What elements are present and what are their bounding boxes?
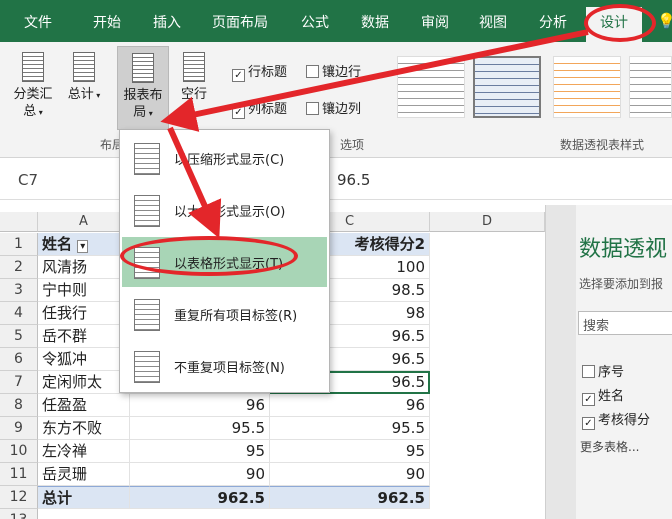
outline-form-icon xyxy=(134,195,160,227)
tab-analyze[interactable]: 分析 xyxy=(539,12,567,32)
menu-item-no-repeat-labels[interactable]: 不重复项目标签(N) xyxy=(122,341,327,391)
column-header-a[interactable]: A xyxy=(38,212,130,232)
row-number[interactable]: 5 xyxy=(0,325,38,348)
row-number[interactable]: 12 xyxy=(0,486,38,509)
formula-value[interactable]: 96.5 xyxy=(337,171,370,189)
annotation-circle-design-tab xyxy=(584,4,656,42)
report-layout-icon xyxy=(132,53,154,83)
tab-insert[interactable]: 插入 xyxy=(153,12,181,32)
repeat-labels-icon xyxy=(134,299,160,331)
group-label-styles: 数据透视表样式 xyxy=(560,138,645,152)
tab-file[interactable]: 文件 xyxy=(24,12,52,32)
tab-data[interactable]: 数据 xyxy=(361,12,389,32)
row-number[interactable]: 9 xyxy=(0,417,38,440)
name-cell[interactable]: 宁中则 xyxy=(38,279,130,302)
row-number[interactable]: 10 xyxy=(0,440,38,463)
banded-rows-checkbox[interactable]: 镶边行 xyxy=(306,61,361,80)
select-all-corner[interactable] xyxy=(0,212,38,232)
tell-me-bulb-icon[interactable]: 💡 xyxy=(657,12,672,30)
field-item[interactable]: ✓ 考核得分 xyxy=(582,409,650,430)
tab-page-layout[interactable]: 页面布局 xyxy=(212,12,268,32)
filter-dropdown-icon[interactable]: ▾ xyxy=(77,240,89,253)
name-cell[interactable]: 令狐冲 xyxy=(38,348,130,371)
formula-bar: C7 96.5 xyxy=(0,160,672,200)
name-box[interactable]: C7 xyxy=(10,168,120,192)
field-item[interactable]: ✓ 姓名 xyxy=(582,385,624,406)
row-number[interactable]: 2 xyxy=(0,256,38,279)
score-cell[interactable]: 90 xyxy=(270,463,430,486)
pivot-style-selected[interactable] xyxy=(473,56,541,118)
column-header-d[interactable]: D xyxy=(430,212,545,232)
b-cell[interactable]: 96 xyxy=(130,394,270,417)
field-item[interactable]: 序号 xyxy=(582,361,624,380)
name-cell[interactable]: 东方不败 xyxy=(38,417,130,440)
pivot-style-light[interactable] xyxy=(397,56,465,118)
pane-scrollbar[interactable] xyxy=(546,205,576,519)
table-row: 11 岳灵珊 90 90 xyxy=(0,463,545,486)
row-number[interactable]: 6 xyxy=(0,348,38,371)
report-layout-button[interactable]: 报表布局 ▾ xyxy=(117,46,169,130)
score-cell[interactable]: 96 xyxy=(270,394,430,417)
total-b-cell[interactable]: 962.5 xyxy=(130,486,270,509)
grand-total-row: 12 总计 962.5 962.5 xyxy=(0,486,545,509)
tab-home[interactable]: 开始 xyxy=(93,12,121,32)
row-number[interactable]: 3 xyxy=(0,279,38,302)
pane-title: 数据透视 xyxy=(579,237,668,262)
ribbon-design: 分类汇总 ▾ 总计 ▾ 报表布局 ▾ 空行 布局 ✓ 行标题 镶边行 ✓ 列标题 镶… xyxy=(0,42,672,158)
subtotals-button[interactable]: 分类汇总 ▾ xyxy=(10,52,56,121)
pivot-field-list-pane: 数据透视 选择要添加到报 搜索 序号 ✓ 姓名 ✓ 考核得分 更多表格... xyxy=(545,205,672,519)
name-cell[interactable]: 任我行 xyxy=(38,302,130,325)
b-cell[interactable]: 95.5 xyxy=(130,417,270,440)
tab-view[interactable]: 视图 xyxy=(479,12,507,32)
menu-item-outline-form[interactable]: 以大纲形式显示(O) xyxy=(122,185,327,235)
tab-formulas[interactable]: 公式 xyxy=(301,12,329,32)
pane-subtitle: 选择要添加到报 xyxy=(579,277,664,291)
group-label-options: 选项 xyxy=(340,138,365,152)
row-number[interactable]: 7 xyxy=(0,371,38,394)
score-cell[interactable]: 95 xyxy=(270,440,430,463)
tab-review[interactable]: 审阅 xyxy=(421,12,449,32)
compact-form-icon xyxy=(134,143,160,175)
no-repeat-labels-icon xyxy=(134,351,160,383)
b-cell[interactable]: 95 xyxy=(130,440,270,463)
name-cell[interactable]: 任盈盈 xyxy=(38,394,130,417)
more-tables-link[interactable]: 更多表格... xyxy=(580,438,639,455)
empty-row: 13 xyxy=(0,509,545,519)
row-headers-checkbox[interactable]: ✓ 行标题 xyxy=(232,61,287,82)
header-name-cell[interactable]: 姓名 ▾ xyxy=(38,233,130,256)
row-number[interactable]: 13 xyxy=(0,509,38,519)
pivot-style-next[interactable] xyxy=(629,56,672,118)
name-cell[interactable]: 风清扬 xyxy=(38,256,130,279)
row-number[interactable]: 4 xyxy=(0,302,38,325)
pivot-style-orange[interactable] xyxy=(553,56,621,118)
name-cell[interactable]: 岳灵珊 xyxy=(38,463,130,486)
menu-item-compact-form[interactable]: 以压缩形式显示(C) xyxy=(122,133,327,183)
table-row: 10 左冷禅 95 95 xyxy=(0,440,545,463)
table-row: 9 东方不败 95.5 95.5 xyxy=(0,417,545,440)
row-number[interactable]: 11 xyxy=(0,463,38,486)
name-cell[interactable]: 岳不群 xyxy=(38,325,130,348)
name-cell[interactable]: 左冷禅 xyxy=(38,440,130,463)
total-c-cell[interactable]: 962.5 xyxy=(270,486,430,509)
field-search-input[interactable]: 搜索 xyxy=(578,311,672,335)
blank-rows-icon xyxy=(183,52,205,82)
grand-totals-icon xyxy=(73,52,95,82)
grand-totals-button[interactable]: 总计 ▾ xyxy=(62,52,106,104)
b-cell[interactable]: 90 xyxy=(130,463,270,486)
total-label-cell[interactable]: 总计 xyxy=(38,486,130,509)
row-number[interactable]: 1 xyxy=(0,233,38,256)
name-cell[interactable]: 定闲师太 xyxy=(38,371,130,394)
blank-rows-button[interactable]: 空行 xyxy=(174,52,214,103)
score-cell[interactable]: 95.5 xyxy=(270,417,430,440)
row-number[interactable]: 8 xyxy=(0,394,38,417)
column-headers-checkbox[interactable]: ✓ 列标题 xyxy=(232,98,287,119)
subtotals-icon xyxy=(22,52,44,82)
banded-columns-checkbox[interactable]: 镶边列 xyxy=(306,98,361,117)
pivot-style-gallery xyxy=(395,52,672,128)
menu-item-repeat-labels[interactable]: 重复所有项目标签(R) xyxy=(122,289,327,339)
ribbon-tab-bar: 文件 开始 插入 页面布局 公式 数据 审阅 视图 分析 设计 💡 xyxy=(0,0,672,42)
annotation-circle-tabular-item xyxy=(120,236,298,276)
table-row: 8 任盈盈 96 96 xyxy=(0,394,545,417)
